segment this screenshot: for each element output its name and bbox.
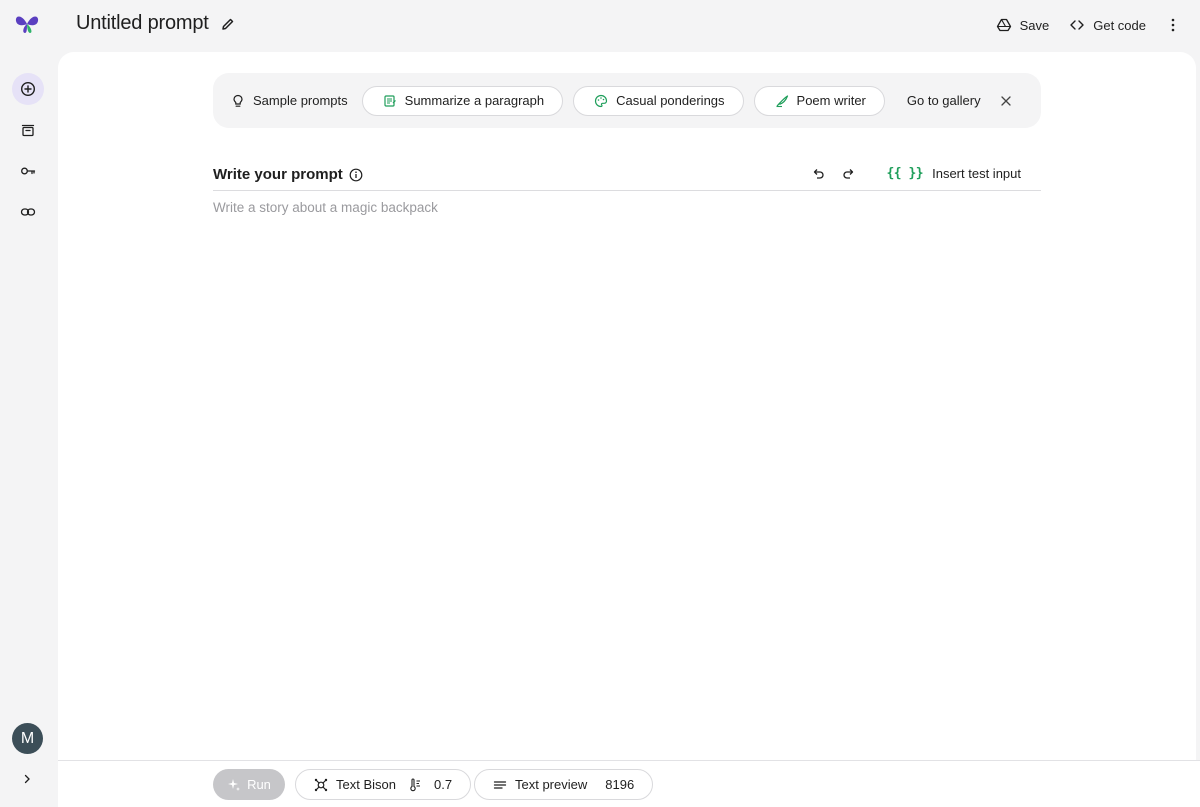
- avatar[interactable]: M: [12, 723, 43, 754]
- redo-icon[interactable]: [838, 162, 860, 184]
- text-preview-label: Text preview: [515, 777, 588, 792]
- sparkle-icon: [228, 778, 241, 791]
- top-actions: Save Get code: [986, 12, 1186, 38]
- quill-icon: [776, 94, 788, 107]
- bottom-bar: Run Text Bison 0.7 Text preview 8196: [58, 760, 1200, 807]
- insert-test-input-button[interactable]: {{ }} Insert test input: [886, 166, 1021, 181]
- chip-label: Summarize a paragraph: [404, 93, 545, 108]
- sample-prompts-bar: Sample prompts Summarize a paragraph Cas…: [213, 73, 1041, 128]
- close-icon[interactable]: [999, 94, 1013, 108]
- prompt-actions: {{ }} Insert test input: [798, 162, 1021, 184]
- makersuite-logo: [15, 16, 39, 33]
- token-limit-value: 8196: [605, 777, 635, 792]
- lightbulb-icon: [233, 94, 243, 107]
- prompt-header: Write your prompt {{ }} Insert test inpu…: [213, 158, 1041, 191]
- braces-icon: {{ }}: [886, 165, 924, 181]
- save-label: Save: [1019, 17, 1050, 33]
- drive-icon: [996, 18, 1011, 32]
- pencil-icon[interactable]: [220, 16, 236, 32]
- summary-icon: [384, 94, 396, 107]
- model-icon: [314, 778, 328, 791]
- sample-prompts-label: Sample prompts: [253, 93, 348, 108]
- sample-chip-summarize[interactable]: Summarize a paragraph: [361, 85, 564, 116]
- expand-chevron-icon[interactable]: [18, 770, 36, 788]
- top-bar: Untitled prompt Save Get code: [0, 0, 1200, 52]
- text-preview-button[interactable]: Text preview 8196: [474, 769, 654, 800]
- link-icon[interactable]: [12, 196, 44, 228]
- new-prompt-icon[interactable]: [12, 73, 44, 105]
- thermometer-icon: [410, 777, 420, 791]
- chip-label: Casual ponderings: [616, 93, 725, 108]
- get-code-button[interactable]: Get code: [1059, 12, 1156, 38]
- sample-chip-poem[interactable]: Poem writer: [753, 85, 885, 116]
- model-name: Text Bison: [336, 777, 396, 792]
- sample-chip-casual[interactable]: Casual ponderings: [573, 85, 744, 116]
- get-code-label: Get code: [1093, 17, 1146, 33]
- main-panel: Sample prompts Summarize a paragraph Cas…: [58, 52, 1196, 807]
- sample-prompts-heading: Sample prompts: [231, 93, 348, 108]
- info-icon[interactable]: [349, 168, 363, 182]
- palette-icon: [595, 94, 608, 107]
- run-label: Run: [247, 777, 271, 792]
- save-button[interactable]: Save: [986, 12, 1060, 38]
- library-icon[interactable]: [12, 114, 44, 146]
- prompt-title: Untitled prompt: [76, 12, 209, 34]
- go-to-gallery-link[interactable]: Go to gallery: [907, 93, 981, 108]
- prompt-heading: Write your prompt: [213, 165, 343, 183]
- chip-label: Poem writer: [796, 93, 866, 108]
- text-lines-icon: [493, 780, 507, 789]
- code-icon: [1070, 20, 1084, 30]
- run-button[interactable]: Run: [213, 769, 285, 800]
- left-rail: M: [0, 52, 58, 807]
- undo-icon[interactable]: [807, 162, 829, 184]
- temperature-value: 0.7: [433, 777, 453, 792]
- api-key-icon[interactable]: [12, 155, 44, 187]
- more-options-icon[interactable]: [1160, 12, 1186, 38]
- prompt-input[interactable]: [213, 200, 1041, 760]
- insert-test-input-label: Insert test input: [932, 165, 1021, 181]
- model-settings-button[interactable]: Text Bison 0.7: [295, 769, 472, 800]
